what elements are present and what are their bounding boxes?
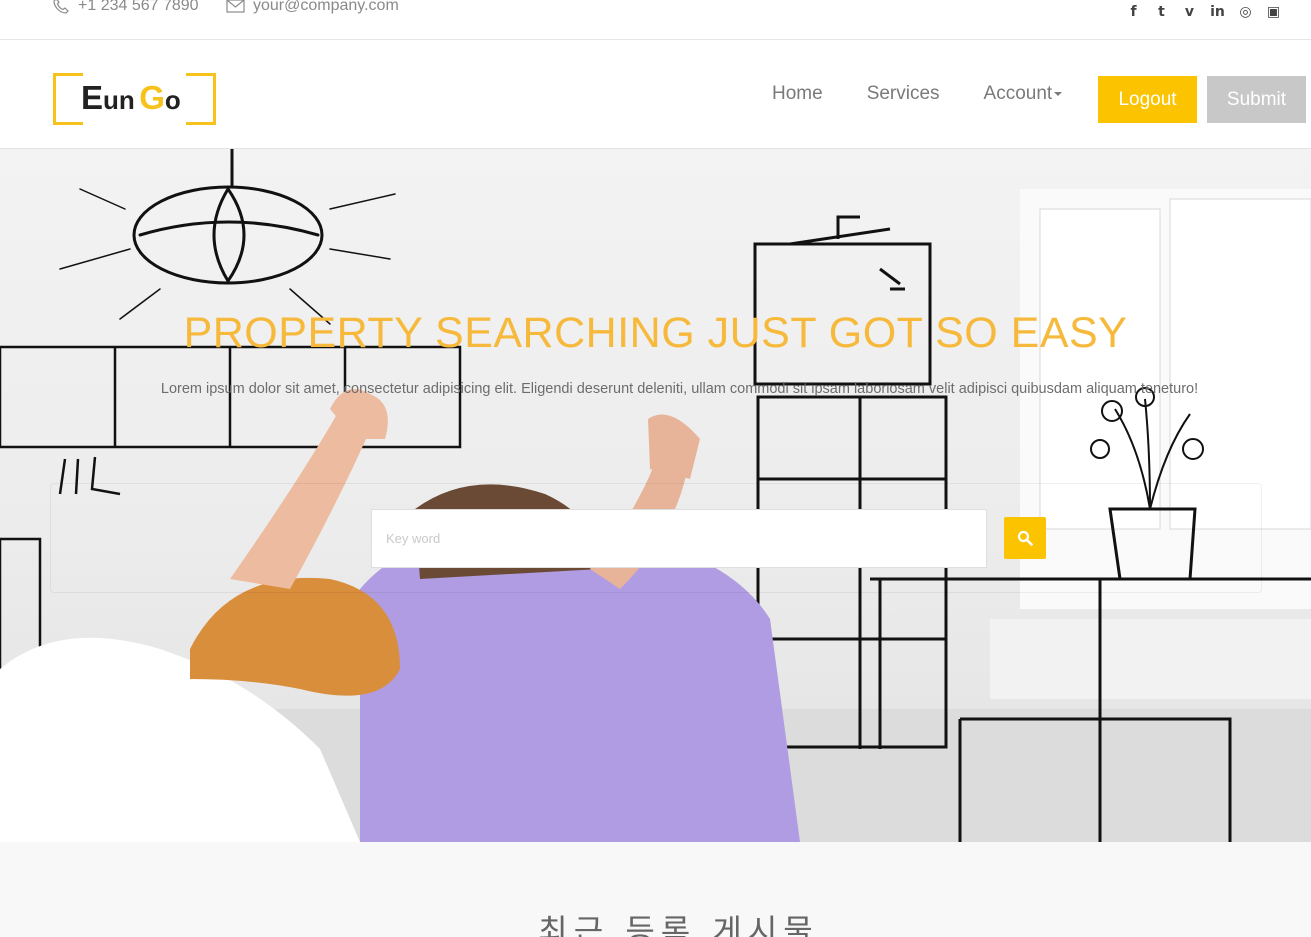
logout-button[interactable]: Logout bbox=[1098, 76, 1197, 123]
facebook-icon[interactable]: f bbox=[1126, 4, 1141, 20]
logo[interactable]: Eun Go bbox=[53, 73, 216, 125]
nav-account[interactable]: Account bbox=[984, 83, 1063, 105]
hero-subtitle: Lorem ipsum dolor sit amet, consectetur … bbox=[160, 381, 1199, 397]
dribbble-icon[interactable]: ◎ bbox=[1238, 4, 1253, 20]
site-header: Eun Go Home Services Account Logout Subm… bbox=[0, 40, 1311, 149]
hero-title: PROPERTY SEARCHING JUST GOT SO EASY bbox=[183, 309, 1128, 357]
keyword-search-input[interactable] bbox=[371, 509, 987, 568]
phone-number: +1 234 567 7890 bbox=[78, 0, 199, 14]
top-bar: +1 234 567 7890 your@company.com f t v i… bbox=[0, 0, 1311, 40]
twitter-icon[interactable]: t bbox=[1154, 4, 1169, 20]
logo-bracket-right bbox=[186, 73, 216, 125]
email-contact[interactable]: your@company.com bbox=[226, 0, 399, 15]
hero-banner: PROPERTY SEARCHING JUST GOT SO EASY Lore… bbox=[0, 149, 1311, 842]
vine-icon[interactable]: v bbox=[1182, 4, 1197, 20]
nav-services[interactable]: Services bbox=[867, 83, 940, 105]
recent-posts-section: 최근 등록 게시물 bbox=[0, 842, 1311, 937]
envelope-icon bbox=[226, 0, 245, 13]
linkedin-icon[interactable]: in bbox=[1210, 4, 1225, 20]
main-nav: Home Services Account bbox=[772, 83, 1106, 105]
nav-home[interactable]: Home bbox=[772, 83, 823, 105]
logo-text: Eun Go bbox=[81, 79, 181, 116]
logo-bracket-left bbox=[53, 73, 83, 125]
phone-contact[interactable]: +1 234 567 7890 bbox=[52, 0, 199, 15]
search-icon bbox=[1017, 530, 1033, 546]
section-title: 최근 등록 게시물 bbox=[538, 912, 819, 937]
phone-icon bbox=[53, 0, 69, 14]
search-button[interactable] bbox=[1004, 517, 1046, 559]
chevron-down-icon bbox=[1054, 92, 1063, 96]
submit-button[interactable]: Submit bbox=[1207, 76, 1306, 123]
social-links: f t v in ◎ ▣ bbox=[1126, 4, 1281, 20]
instagram-icon[interactable]: ▣ bbox=[1266, 4, 1281, 20]
email-address: your@company.com bbox=[253, 0, 399, 14]
